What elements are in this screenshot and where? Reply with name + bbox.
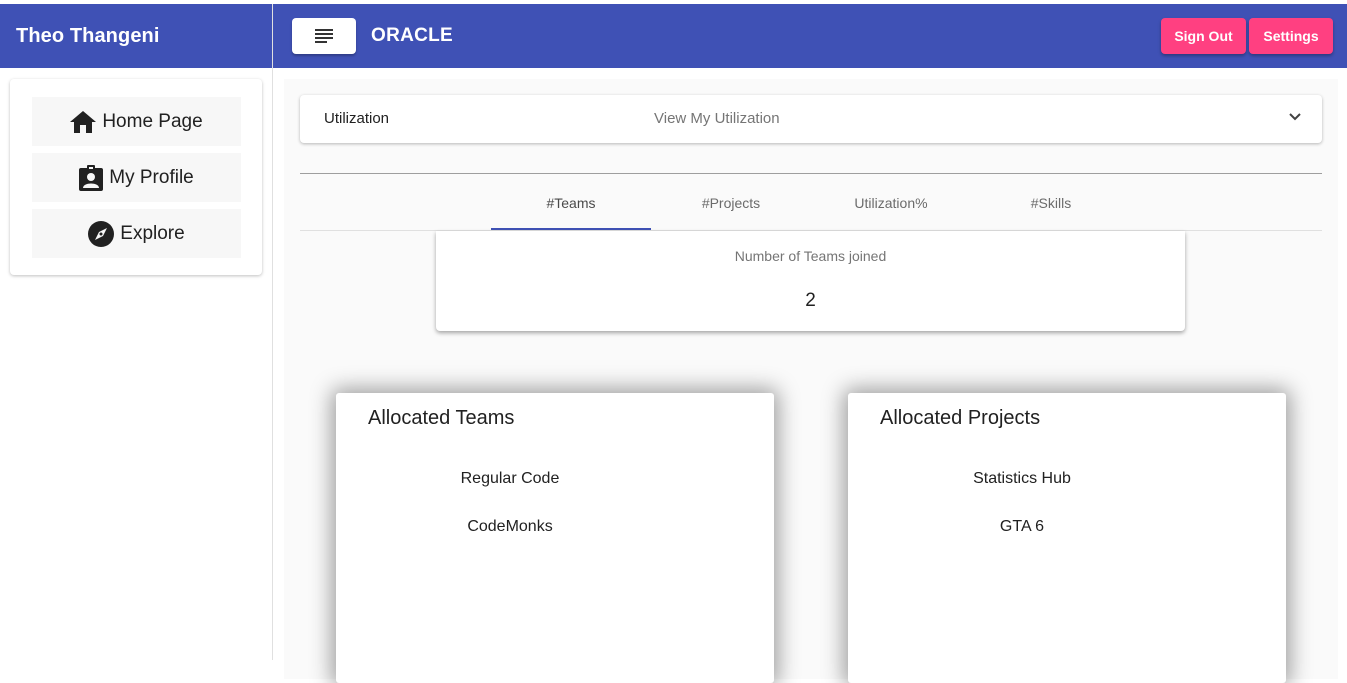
sign-out-button[interactable]: Sign Out	[1161, 18, 1246, 54]
user-name: Theo Thangeni	[0, 4, 272, 68]
panel-description: View My Utilization	[654, 110, 780, 127]
sidebar-item-label: My Profile	[109, 166, 194, 188]
stat-value: 2	[805, 290, 816, 311]
sidebar-divider	[272, 4, 273, 660]
divider	[300, 173, 1322, 174]
card-title: Allocated Teams	[368, 407, 515, 429]
tab-skills[interactable]: #Skills	[971, 175, 1131, 231]
main-content: Utilization View My Utilization #Teams #…	[284, 79, 1338, 683]
sidebar-nav: Home Page My Profile Explore	[10, 79, 262, 275]
projects-list: Statistics Hub GTA 6	[848, 470, 1196, 566]
home-icon	[70, 110, 97, 133]
sidebar-item-home[interactable]: Home Page	[32, 97, 241, 146]
tab-utilization[interactable]: Utilization%	[811, 175, 971, 231]
tab-teams[interactable]: #Teams	[491, 175, 651, 231]
tab-ink-bar	[491, 228, 651, 230]
top-toolbar: ORACLE Sign Out Settings	[273, 4, 1347, 68]
teams-list: Regular Code CodeMonks	[336, 470, 684, 566]
sidebar-item-profile[interactable]: My Profile	[32, 153, 241, 202]
settings-button[interactable]: Settings	[1249, 18, 1333, 54]
sidebar-item-label: Explore	[120, 222, 185, 244]
list-item: Regular Code	[460, 470, 560, 487]
stat-card: Number of Teams joined 2	[436, 231, 1185, 331]
menu-toggle-button[interactable]	[292, 18, 356, 54]
badge-icon	[79, 164, 104, 191]
list-item: CodeMonks	[467, 518, 553, 535]
menu-lines-icon	[315, 29, 333, 43]
stat-label: Number of Teams joined	[734, 248, 887, 264]
allocated-teams-card: Allocated Teams Regular Code CodeMonks	[336, 393, 774, 683]
utilization-panel-header[interactable]: Utilization View My Utilization	[300, 95, 1322, 143]
card-title: Allocated Projects	[880, 407, 1041, 429]
list-item: GTA 6	[999, 518, 1045, 535]
allocated-projects-card: Allocated Projects Statistics Hub GTA 6	[848, 393, 1286, 683]
tab-projects[interactable]: #Projects	[651, 175, 811, 231]
brand-title: ORACLE	[371, 25, 454, 46]
compass-icon	[88, 220, 115, 247]
chevron-down-icon	[1289, 113, 1301, 121]
list-item: Statistics Hub	[973, 470, 1071, 487]
panel-title: Utilization	[324, 110, 390, 127]
sidebar-item-label: Home Page	[102, 110, 203, 132]
tab-bar: #Teams #Projects Utilization% #Skills	[300, 175, 1322, 231]
sidebar-item-explore[interactable]: Explore	[32, 209, 241, 258]
